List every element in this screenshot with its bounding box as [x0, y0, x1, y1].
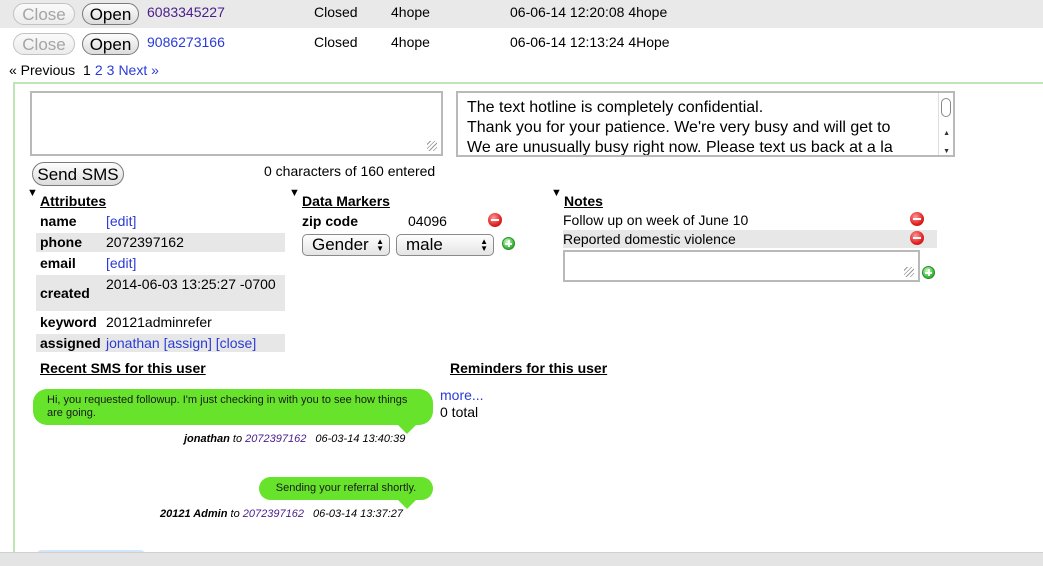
remove-note-icon[interactable]	[910, 212, 924, 226]
sms-bubble: Sending your referral shortly.	[259, 477, 433, 500]
sms-meta: jonathan to 2072397162 06-03-14 13:40:39	[184, 433, 406, 445]
collapse-triangle-icon[interactable]: ▼	[289, 187, 300, 199]
attribute-row-created: created 2014-06-03 13:25:27 -0700	[36, 275, 285, 311]
select-arrows-icon: ▲ ▼	[480, 237, 488, 253]
remove-note-icon[interactable]	[910, 231, 924, 245]
collapse-triangle-icon[interactable]: ▼	[551, 187, 562, 199]
attribute-row-keyword: keyword 20121adminrefer	[40, 314, 212, 330]
keyword-text: 4hope	[391, 34, 430, 50]
edit-email-link[interactable]: [edit]	[106, 255, 136, 272]
note-item: Reported domestic violence	[563, 230, 937, 248]
sms-phone-link[interactable]: 2072397162	[245, 433, 306, 445]
status-text: Closed	[314, 4, 358, 20]
open-button[interactable]: Open	[82, 3, 139, 25]
send-sms-button[interactable]: Send SMS	[32, 162, 124, 186]
edit-name-link[interactable]: [edit]	[106, 213, 136, 230]
conversation-row: Close Open 9086273166 Closed 4hope 06-06…	[0, 30, 1043, 58]
timestamp-text: 06-06-14 12:20:08 4hope	[510, 4, 668, 20]
remove-marker-icon[interactable]	[488, 213, 502, 227]
marker-field-select[interactable]: Gender ▲ ▼	[302, 234, 390, 256]
assigned-user-link[interactable]: jonathan	[106, 335, 160, 351]
bottom-bar	[0, 552, 1043, 566]
close-button[interactable]: Close	[13, 33, 75, 55]
canned-response-item[interactable]: We are unusually busy right now. Please …	[467, 138, 953, 155]
sms-meta: 20121 Admin to 2072397162 06-03-14 13:37…	[160, 508, 403, 520]
new-note-input[interactable]	[563, 250, 920, 282]
select-arrows-icon: ▲ ▼	[376, 237, 384, 253]
status-text: Closed	[314, 34, 358, 50]
sms-bubble: Hi, you requested followup. I'm just che…	[33, 389, 433, 425]
attribute-row-name: name [edit]	[40, 213, 137, 230]
scrollbar[interactable]: ▲ ▼	[938, 93, 953, 155]
canned-response-item[interactable]: Thank you for your patience. We're very …	[467, 118, 953, 138]
add-marker-icon[interactable]	[502, 237, 515, 250]
zip-code-label: zip code	[302, 213, 359, 229]
timestamp-text: 06-06-14 12:13:24 4Hope	[510, 34, 670, 50]
scroll-thumb[interactable]	[941, 98, 951, 117]
open-button[interactable]: Open	[82, 33, 139, 55]
page-2-link[interactable]: 2	[95, 62, 103, 78]
attribute-row-email: email [edit]	[40, 255, 137, 272]
data-markers-heading[interactable]: Data Markers	[302, 193, 390, 209]
keyword-text: 4hope	[391, 4, 430, 20]
scroll-down-icon[interactable]: ▼	[943, 142, 950, 155]
previous-link[interactable]: « Previous	[9, 62, 75, 78]
attribute-row-assigned: assigned jonathan [assign] [close]	[36, 334, 285, 352]
conversation-row: Close Open 6083345227 Closed 4hope 06-06…	[0, 0, 1043, 28]
resize-grip-icon[interactable]	[904, 267, 914, 277]
zip-code-value: 04096	[408, 213, 447, 229]
sms-message-input[interactable]	[30, 91, 443, 156]
sms-phone-link[interactable]: 2072397162	[243, 508, 304, 520]
reminders-heading: Reminders for this user	[450, 360, 608, 376]
more-reminders-link[interactable]: more...	[440, 387, 484, 403]
page-current: 1	[83, 62, 91, 78]
canned-responses-list[interactable]: The text hotline is completely confident…	[456, 91, 955, 157]
page-3-link[interactable]: 3	[107, 62, 115, 78]
canned-response-item[interactable]: The text hotline is completely confident…	[467, 98, 953, 118]
pagination: « Previous 1 2 3 Next »	[9, 62, 159, 78]
reminders-total: 0 total	[440, 404, 479, 420]
note-item: Follow up on week of June 10	[563, 212, 749, 228]
attributes-heading[interactable]: Attributes	[40, 193, 106, 209]
next-link[interactable]: Next »	[118, 62, 158, 78]
marker-value-select[interactable]: male ▲ ▼	[396, 234, 494, 256]
resize-grip-icon[interactable]	[427, 141, 437, 151]
character-counter: 0 characters of 160 entered	[264, 163, 436, 179]
attribute-row-phone: phone 2072397162	[36, 233, 285, 252]
phone-link[interactable]: 6083345227	[147, 4, 225, 20]
assign-link[interactable]: [assign]	[164, 335, 212, 351]
collapse-triangle-icon[interactable]: ▼	[27, 187, 38, 199]
close-button[interactable]: Close	[13, 3, 75, 25]
add-note-icon[interactable]	[922, 266, 935, 279]
recent-sms-heading: Recent SMS for this user	[40, 360, 206, 376]
scroll-up-icon[interactable]: ▲	[943, 124, 950, 144]
notes-heading[interactable]: Notes	[564, 193, 603, 209]
close-assignment-link[interactable]: [close]	[216, 335, 256, 351]
phone-link[interactable]: 9086273166	[147, 34, 225, 50]
